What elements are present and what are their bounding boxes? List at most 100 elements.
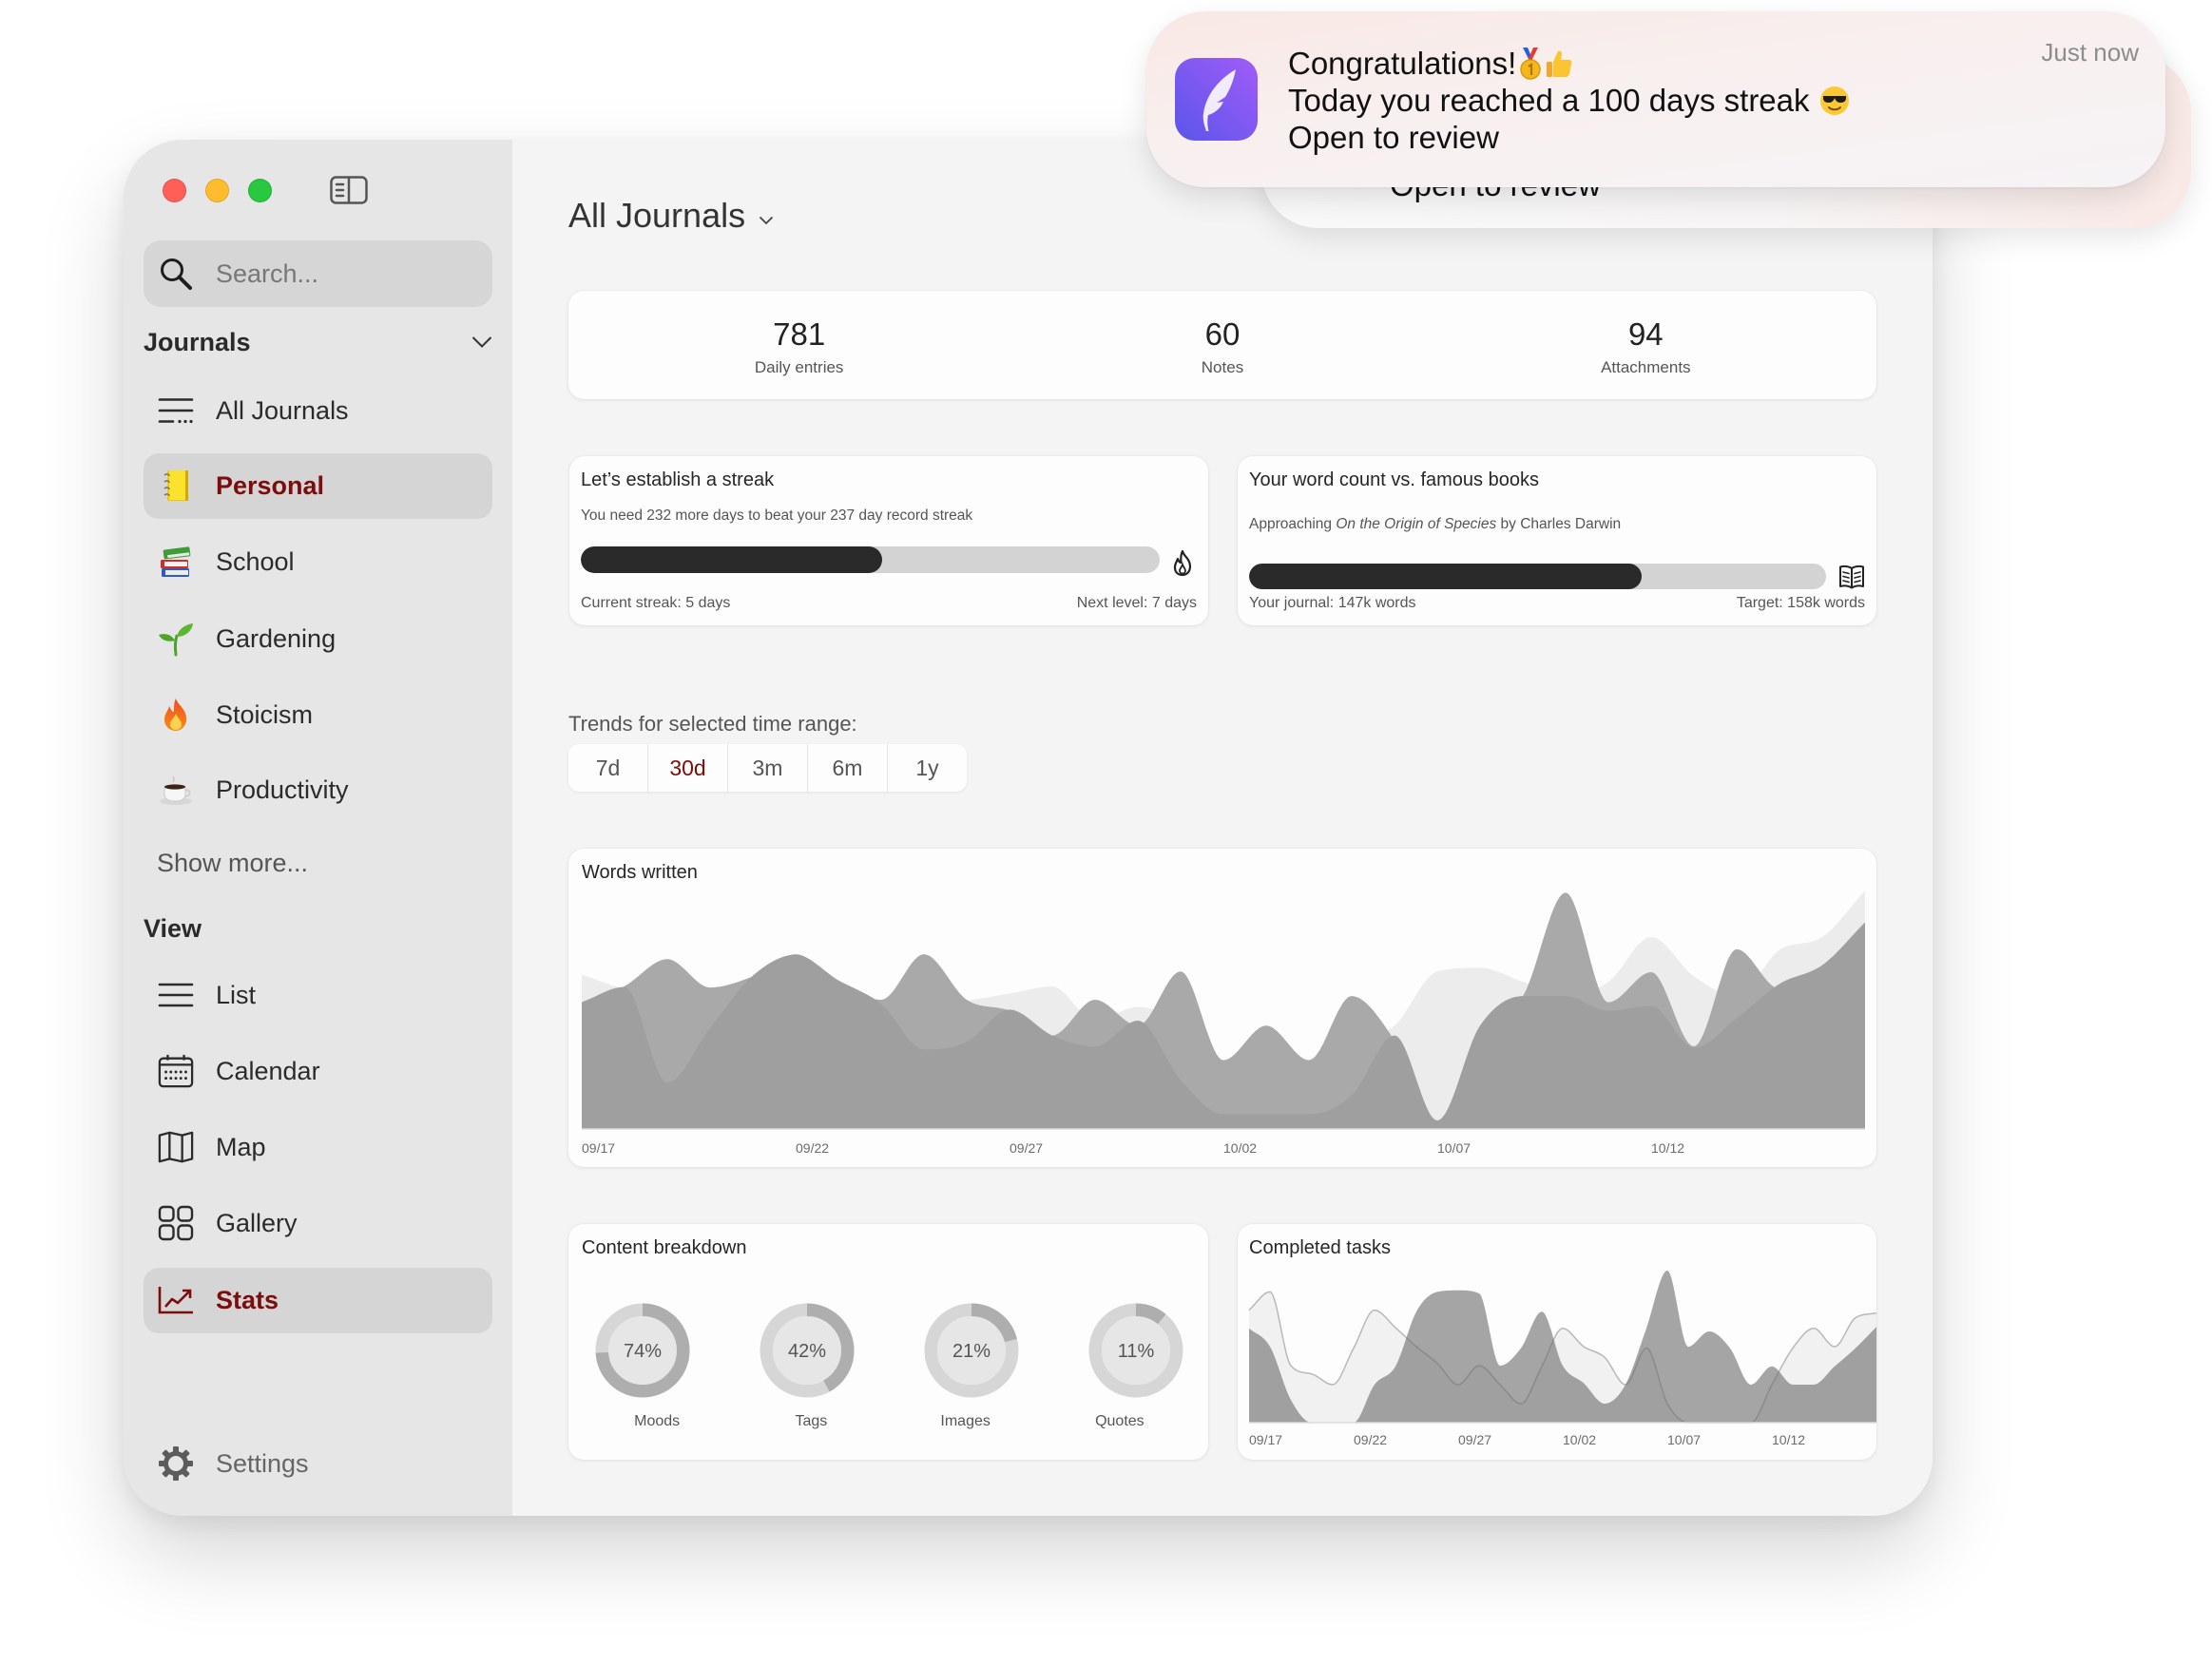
- words-written-x-tick-label: 10/02: [1223, 1140, 1257, 1156]
- sidebar-item-label: Stoicism: [216, 700, 314, 729]
- sidebar-item-personal[interactable]: Personal: [144, 453, 492, 519]
- search-input[interactable]: [216, 240, 482, 307]
- sidebar-item-label: School: [216, 547, 295, 576]
- book-title: On the Origin of Species: [1336, 516, 1497, 532]
- donut-tags: 42%: [760, 1303, 855, 1398]
- completed-tasks-x-tick-label: 10/02: [1563, 1432, 1596, 1447]
- words-written-x-tick-label: 10/07: [1437, 1140, 1471, 1156]
- journal-selector[interactable]: All Journals: [568, 195, 774, 237]
- sidebar-item-all-journals[interactable]: All Journals: [144, 378, 492, 444]
- sidebar-item-label: Gardening: [216, 624, 337, 653]
- journals-header[interactable]: Journals: [144, 327, 251, 357]
- stat-label: Daily entries: [754, 358, 844, 376]
- gear-icon: [158, 1445, 194, 1482]
- view-header: View: [144, 914, 202, 943]
- donut-quotes: 11%: [1088, 1303, 1183, 1398]
- trends-label: Trends for selected time range:: [568, 712, 857, 736]
- content-breakdown-card: 74% Moods 42% Tags 21% Images 11% Quotes Conten…: [568, 1224, 1208, 1460]
- streak-progress-bar: [581, 546, 1160, 573]
- completed-tasks-x-tick-label: 09/27: [1458, 1432, 1491, 1447]
- sidebar-item-label: Personal: [216, 471, 325, 500]
- sidebar-item-label: Calendar: [216, 1057, 320, 1085]
- search-icon: [159, 257, 193, 291]
- completed-tasks-chart: 09/17 09/22 09/27 10/02 10/07 10/12: [1248, 1271, 1876, 1447]
- sidebar-item-map[interactable]: Map: [144, 1115, 492, 1180]
- fire-icon: [158, 697, 194, 733]
- donut-value-label: 74%: [624, 1341, 662, 1362]
- notification-body: Today you reached a 100 days streak: [1288, 83, 1810, 118]
- completed-tasks-x-tick-label: 09/17: [1249, 1432, 1282, 1447]
- notification-time: Just now: [2041, 38, 2139, 67]
- streak-title: Let’s establish a streak: [581, 469, 775, 490]
- minimize-button[interactable]: [205, 179, 229, 202]
- subtitle-suffix: by Charles Darwin: [1496, 516, 1622, 532]
- word-count-subtitle: Approaching On the Origin of Species by …: [1249, 516, 1621, 533]
- current-streak-label: Current streak: 5 days: [581, 595, 731, 611]
- close-button[interactable]: [163, 179, 186, 202]
- word-count-title: Your word count vs. famous books: [1249, 469, 1539, 490]
- thumbs-up-icon: [1545, 48, 1573, 79]
- open-book-icon: [1838, 563, 1865, 594]
- summary-stats-card: 781 Daily entries 60 Notes 94 Attachment…: [568, 291, 1876, 399]
- time-range-selector: 7d 30d 3m 6m 1y: [568, 744, 967, 792]
- streak-subtitle: You need 232 more days to beat your 237 …: [581, 507, 973, 524]
- settings-button[interactable]: Settings: [144, 1431, 492, 1497]
- donut-value-label: 42%: [788, 1341, 826, 1362]
- calendar-icon: [158, 1053, 194, 1089]
- sidebar-item-gardening[interactable]: Gardening: [144, 606, 492, 672]
- completed-tasks-title: Completed tasks: [1249, 1237, 1391, 1258]
- sunglasses-face-icon: [1819, 86, 1850, 116]
- flame-icon: [1172, 549, 1193, 583]
- range-6m[interactable]: 6m: [807, 744, 887, 792]
- sidebar-item-school[interactable]: School: [144, 529, 492, 595]
- stat-value: 94: [1627, 316, 1664, 352]
- completed-tasks-card: 09/17 09/22 09/27 10/02 10/07 10/12 Completed…: [1238, 1224, 1876, 1460]
- feather-app-icon: [1175, 58, 1258, 141]
- stat-label: Notes: [1201, 358, 1244, 376]
- sidebar-item-productivity[interactable]: Productivity: [144, 757, 492, 823]
- donut-category-label: Images: [940, 1413, 990, 1429]
- all-journals-icon: [158, 392, 194, 429]
- page-title: All Journals: [568, 196, 746, 235]
- range-30d[interactable]: 30d: [647, 744, 727, 792]
- sidebar-item-calendar[interactable]: Calendar: [144, 1039, 492, 1104]
- sidebar-toggle-icon[interactable]: [330, 176, 368, 204]
- show-more-link[interactable]: Show more...: [157, 848, 308, 879]
- list-icon: [158, 977, 194, 1013]
- stat-value: 60: [1204, 316, 1241, 352]
- stat-value: 781: [773, 316, 826, 352]
- sidebar-item-label: Map: [216, 1133, 266, 1161]
- sidebar-item-label: List: [216, 981, 257, 1009]
- range-3m[interactable]: 3m: [727, 744, 807, 792]
- sidebar-item-gallery[interactable]: Gallery: [144, 1191, 492, 1256]
- sidebar: Journals All Journals Personal School Ga…: [124, 140, 512, 1516]
- sidebar-item-stats[interactable]: Stats: [144, 1268, 492, 1333]
- target-words-label: Target: 158k words: [1736, 595, 1865, 611]
- search-field[interactable]: [144, 240, 492, 307]
- donut-value-label: 11%: [1118, 1341, 1155, 1362]
- word-count-card: Your word count vs. famous books Approac…: [1238, 456, 1876, 625]
- chevron-down-icon: [759, 213, 774, 225]
- range-1y[interactable]: 1y: [887, 744, 967, 792]
- map-icon: [158, 1129, 194, 1165]
- app-window: Journals All Journals Personal School Ga…: [124, 140, 1933, 1516]
- completed-tasks-x-tick-label: 10/07: [1667, 1432, 1701, 1447]
- words-written-chart: 09/17 09/22 09/27 10/02 10/07 10/12: [582, 890, 1865, 1156]
- chevron-down-icon[interactable]: [471, 335, 492, 349]
- range-7d[interactable]: 7d: [568, 744, 647, 792]
- content-breakdown-chart: 74% Moods 42% Tags 21% Images 11% Quotes: [595, 1303, 1183, 1429]
- books-icon: [158, 544, 194, 580]
- donut-value-label: 21%: [952, 1341, 991, 1362]
- journal-words-label: Your journal: 147k words: [1249, 595, 1416, 611]
- words-written-x-tick-label: 09/17: [582, 1140, 615, 1156]
- sidebar-item-stoicism[interactable]: Stoicism: [144, 682, 492, 748]
- gallery-icon: [158, 1205, 194, 1241]
- streak-notification[interactable]: Congratulations! Today you reached a 100…: [1146, 11, 2165, 187]
- zoom-button[interactable]: [248, 179, 272, 202]
- subtitle-prefix: Approaching: [1249, 516, 1337, 532]
- stat-label: Attachments: [1601, 358, 1691, 376]
- words-written-title: Words written: [582, 862, 698, 883]
- notification-body-line: Today you reached a 100 days streak: [1288, 82, 1850, 119]
- notebook-icon: [158, 468, 194, 504]
- sidebar-item-list[interactable]: List: [144, 963, 492, 1028]
